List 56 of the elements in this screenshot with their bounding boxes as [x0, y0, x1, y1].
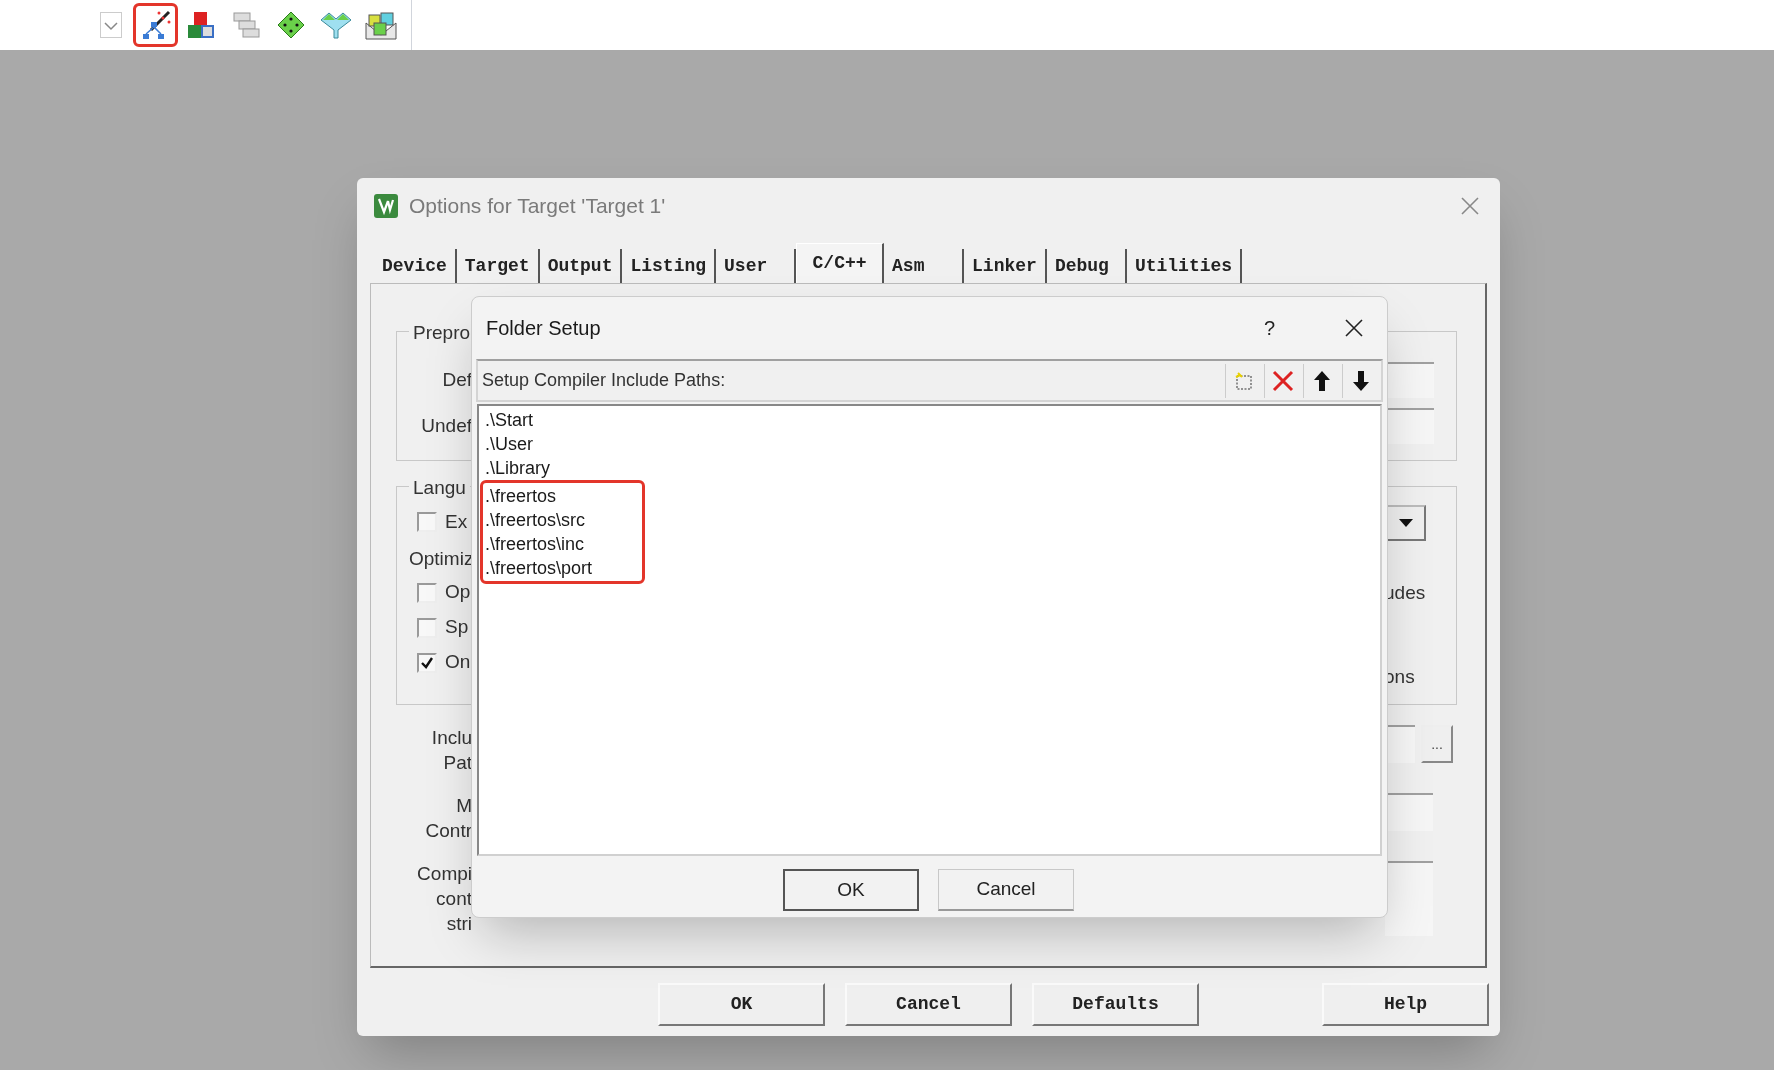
chevron-down-icon[interactable]	[99, 12, 122, 38]
dialog-button[interactable]: Defaults	[1032, 983, 1199, 1026]
checkbox-label: Op	[445, 580, 471, 605]
arrow-up-icon[interactable]	[1312, 369, 1331, 392]
tab[interactable]: C/C++	[796, 243, 885, 283]
text-field[interactable]	[1385, 793, 1433, 831]
field-label: M	[456, 794, 472, 818]
funnel-icon[interactable]	[318, 10, 353, 40]
app-logo-icon	[373, 192, 399, 219]
new-folder-icon[interactable]	[1233, 370, 1254, 391]
checkbox[interactable]	[417, 617, 437, 638]
field-label: Pat	[443, 751, 472, 775]
text-field[interactable]	[1385, 861, 1433, 936]
dropdown-arrow-icon	[1399, 519, 1413, 527]
path-item[interactable]: .\Library	[485, 456, 1380, 480]
path-item[interactable]: .\User	[485, 432, 1380, 456]
text-field[interactable]	[1386, 362, 1434, 398]
colored-blocks-icon[interactable]	[185, 10, 216, 40]
field-label: stri	[446, 912, 472, 936]
arrow-down-icon[interactable]	[1351, 369, 1370, 392]
checkmark-icon	[420, 655, 434, 670]
path-item[interactable]: .\freertos\src	[485, 508, 593, 532]
checkbox-label: Ex	[445, 509, 468, 534]
dialog-button[interactable]: Cancel	[845, 983, 1012, 1026]
close-icon[interactable]	[1345, 319, 1363, 337]
dotted-diamond-icon[interactable]	[275, 10, 306, 40]
path-item[interactable]: .\freertos\inc	[485, 532, 593, 556]
path-item[interactable]: .\freertos	[485, 484, 593, 508]
dialog-button[interactable]: Help	[1322, 983, 1489, 1026]
browse-button[interactable]: ...	[1421, 725, 1453, 763]
header-label: Setup Compiler Include Paths:	[482, 369, 727, 392]
window-title: Options for Target 'Target 1'	[409, 192, 667, 219]
field-label: Compi	[417, 862, 472, 886]
field-label: Inclu	[431, 726, 472, 750]
path-item[interactable]: .\Start	[485, 408, 1380, 432]
field-label: Contr	[425, 819, 472, 843]
checkbox[interactable]	[417, 582, 437, 603]
checkbox-label: Sp	[445, 615, 469, 640]
checkbox[interactable]	[417, 512, 437, 532]
field-label: Undef	[420, 413, 472, 438]
dropdown-button[interactable]	[1386, 505, 1426, 541]
section-label: Optimiz	[408, 547, 474, 571]
field-label: Def	[441, 367, 472, 392]
dialog-button[interactable]: Cancel	[938, 869, 1074, 911]
dialog-button[interactable]: OK	[658, 983, 825, 1026]
help-button[interactable]: ?	[1263, 313, 1275, 343]
checkbox[interactable]	[417, 652, 437, 673]
dialog-title: Folder Setup	[486, 316, 602, 341]
delete-x-icon[interactable]	[1271, 369, 1294, 392]
field-label: cont	[436, 887, 472, 911]
dialog-button[interactable]: OK	[783, 869, 919, 911]
checkbox-label: On	[445, 650, 471, 675]
stacked-windows-icon[interactable]	[230, 10, 261, 40]
dice-box-icon[interactable]	[363, 9, 398, 41]
path-item[interactable]: .\freertos\port	[485, 556, 593, 580]
text-field[interactable]	[1386, 408, 1434, 444]
